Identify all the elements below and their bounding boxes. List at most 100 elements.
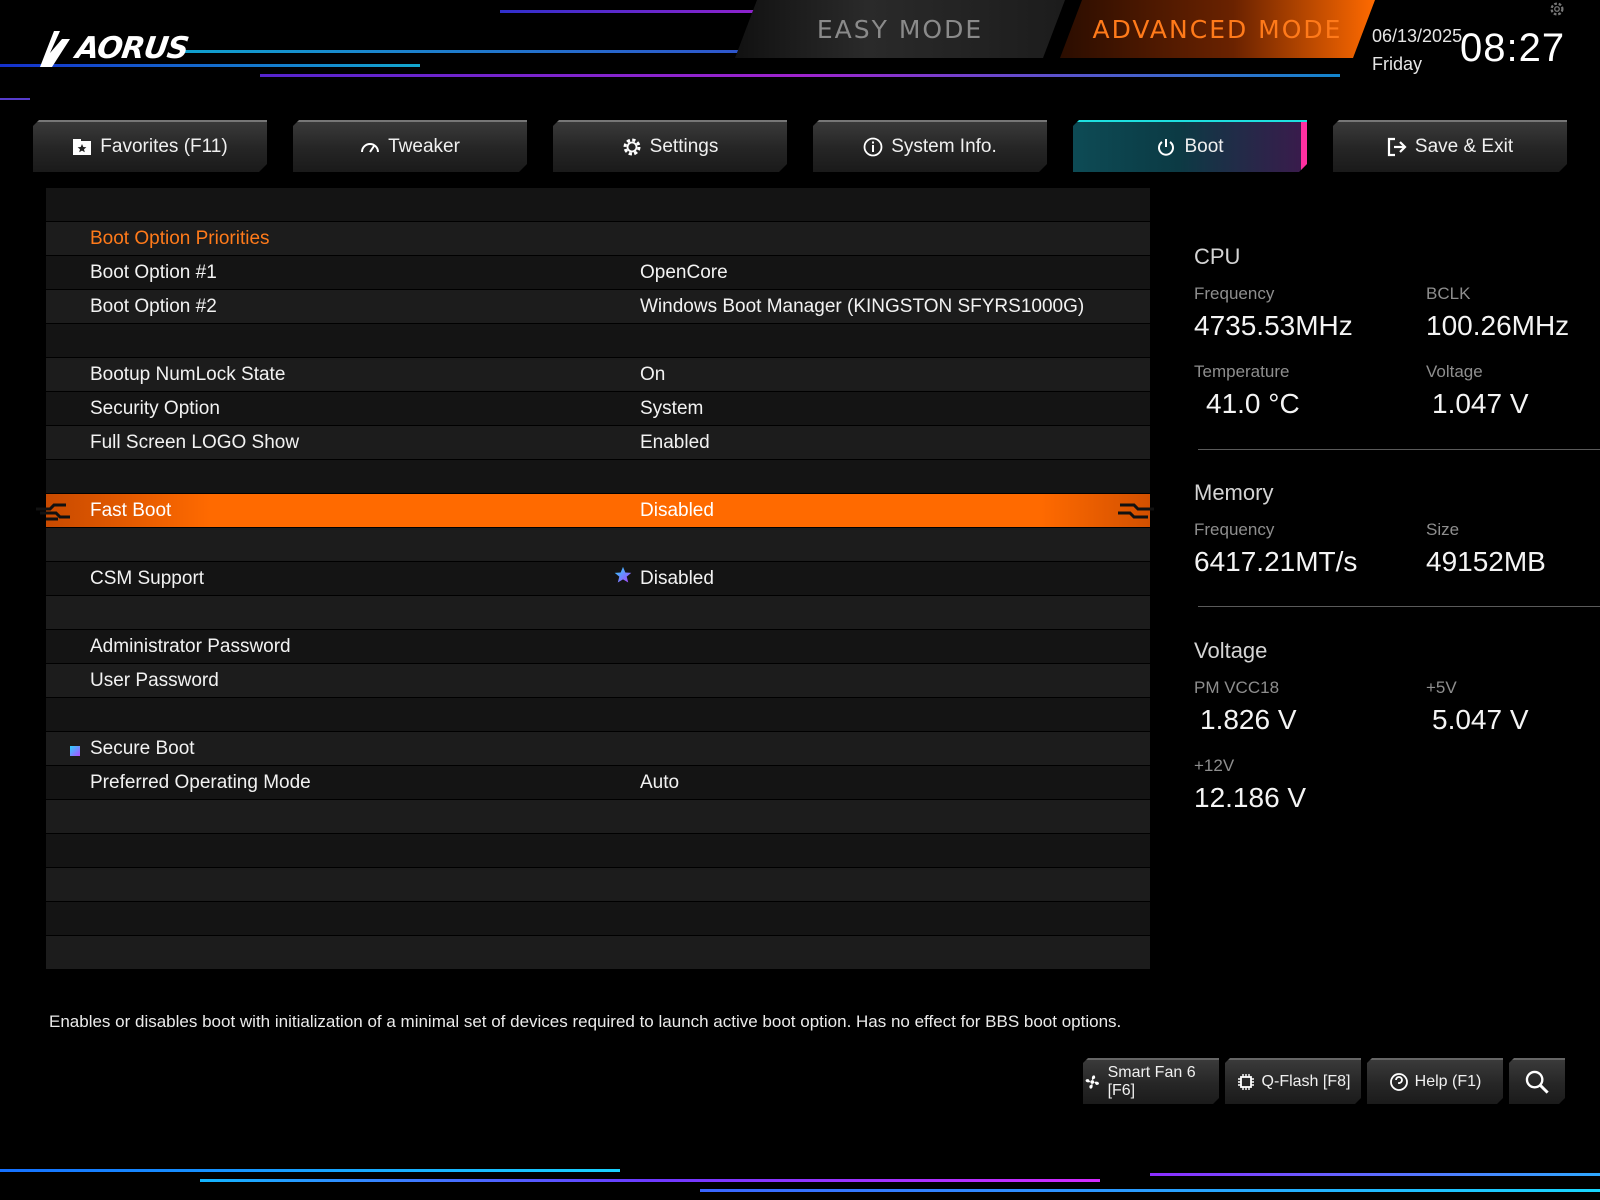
- setting-label: Boot Option #1: [90, 261, 217, 283]
- spacer-row: [46, 868, 1150, 901]
- setting-full-screen-logo[interactable]: Full Screen LOGO Show Enabled: [46, 426, 1150, 459]
- advanced-mode-tab[interactable]: ADVANCED MODE: [1060, 0, 1375, 58]
- spacer-row: [46, 324, 1150, 357]
- plus12v-label: +12V: [1194, 756, 1235, 775]
- bclk-value: 100.26MHz: [1426, 310, 1570, 341]
- setting-label: Bootup NumLock State: [90, 363, 286, 385]
- setting-label: Secure Boot: [90, 737, 195, 759]
- selection-stripe-icon: [36, 503, 70, 521]
- cpu-voltage-value: 1.047 V: [1432, 388, 1529, 419]
- section-divider: [1198, 606, 1600, 607]
- exit-icon: [1387, 137, 1407, 157]
- help-description: Enables or disables boot with initializa…: [49, 1012, 1122, 1031]
- setting-value[interactable]: Disabled: [640, 500, 714, 522]
- setting-value[interactable]: Disabled: [640, 568, 714, 590]
- header-stripe: [260, 74, 1340, 77]
- smart-fan-button[interactable]: Smart Fan 6 [F6]: [1083, 1058, 1219, 1104]
- chip-icon: [1236, 1072, 1256, 1092]
- day-text: Friday: [1372, 54, 1423, 74]
- setting-label: Administrator Password: [90, 635, 291, 657]
- setting-label: User Password: [90, 669, 219, 691]
- submenu-bullet-icon: [70, 746, 80, 756]
- bclk-label: BCLK: [1426, 284, 1471, 303]
- section-boot-option-priorities: Boot Option Priorities: [46, 222, 1150, 255]
- tab-favorites[interactable]: Favorites (F11): [33, 120, 267, 172]
- setting-label: Full Screen LOGO Show: [90, 431, 300, 453]
- tab-save-exit[interactable]: Save & Exit: [1333, 120, 1567, 172]
- setting-preferred-operating-mode[interactable]: Preferred Operating Mode Auto: [46, 766, 1150, 799]
- setting-boot-option-2[interactable]: Boot Option #2 Windows Boot Manager (KIN…: [46, 290, 1150, 323]
- gear-icon: [622, 137, 642, 157]
- memory-size-label: Size: [1426, 520, 1460, 539]
- star-folder-icon: [72, 137, 92, 157]
- brand-name: AORUS: [73, 30, 191, 66]
- memory-heading: Memory: [1194, 480, 1274, 505]
- setting-boot-option-1[interactable]: Boot Option #1 OpenCore: [46, 256, 1150, 289]
- tab-settings[interactable]: Settings: [553, 120, 787, 172]
- cpu-frequency-label: Frequency: [1194, 284, 1275, 303]
- plus12v-value: 12.186 V: [1194, 782, 1307, 813]
- help-button[interactable]: Help (F1): [1367, 1058, 1503, 1104]
- easy-mode-tab[interactable]: EASY MODE: [735, 0, 1065, 58]
- setting-value[interactable]: OpenCore: [640, 262, 728, 284]
- tab-label: System Info.: [891, 136, 997, 157]
- spacer-row: [46, 460, 1150, 493]
- decor-stripe: [200, 1179, 1100, 1182]
- date-text: 06/13/2025: [1372, 26, 1463, 46]
- help-label: Help (F1): [1414, 1073, 1482, 1090]
- spacer-row: [46, 800, 1150, 833]
- tab-label: Tweaker: [388, 136, 460, 157]
- spacer-row: [46, 902, 1150, 935]
- setting-user-password[interactable]: User Password: [46, 664, 1150, 697]
- tab-label: Favorites (F11): [100, 136, 228, 157]
- voltage-heading: Voltage: [1194, 638, 1268, 663]
- date-display: 06/13/2025 Friday: [1372, 22, 1462, 78]
- aorus-logo: AORUS: [36, 26, 191, 70]
- gear-icon[interactable]: [1548, 0, 1566, 18]
- info-icon: [863, 137, 883, 157]
- search-button[interactable]: [1509, 1058, 1565, 1104]
- qflash-label: Q-Flash [F8]: [1261, 1073, 1351, 1090]
- setting-security-option[interactable]: Security Option System: [46, 392, 1150, 425]
- setting-value[interactable]: On: [640, 364, 665, 386]
- main-tab-bar: Favorites (F11) Tweaker Settings System …: [0, 120, 1600, 172]
- setting-label: Preferred Operating Mode: [90, 771, 311, 793]
- setting-csm-support[interactable]: CSM Support Disabled: [46, 562, 1150, 595]
- clock: 08:27: [1460, 26, 1566, 70]
- memory-frequency-value: 6417.21MT/s: [1194, 546, 1358, 577]
- spacer-row: [46, 936, 1150, 969]
- setting-value[interactable]: Auto: [640, 772, 679, 794]
- header-bar: AORUS EASY MODE ADVANCED MODE 06/13/2025…: [0, 0, 1600, 100]
- tab-boot[interactable]: Boot: [1073, 120, 1307, 172]
- section-label: Boot Option Priorities: [90, 227, 270, 249]
- setting-label: Boot Option #2: [90, 295, 217, 317]
- speedometer-icon: [360, 137, 380, 157]
- spacer-row: [46, 528, 1150, 561]
- cpu-temperature-label: Temperature: [1194, 362, 1290, 381]
- search-icon: [1524, 1069, 1550, 1095]
- setting-value[interactable]: Windows Boot Manager (KINGSTON SFYRS1000…: [640, 296, 1084, 318]
- header-stripe: [500, 10, 760, 13]
- setting-label: CSM Support: [90, 567, 205, 589]
- spacer-row: [46, 596, 1150, 629]
- setting-bootup-numlock[interactable]: Bootup NumLock State On: [46, 358, 1150, 391]
- submenu-secure-boot[interactable]: Secure Boot: [46, 732, 1150, 765]
- plus5v-value: 5.047 V: [1432, 704, 1529, 735]
- cpu-temperature-value: 41.0 °C: [1206, 388, 1300, 419]
- setting-value[interactable]: System: [640, 398, 703, 420]
- aorus-eagle-icon: [40, 31, 70, 67]
- smart-fan-label: Smart Fan 6 [F6]: [1107, 1064, 1196, 1099]
- setting-value[interactable]: Enabled: [640, 432, 710, 454]
- spacer-row: [46, 698, 1150, 731]
- favorite-star-icon[interactable]: [614, 566, 632, 584]
- bottom-decor-stripes: [0, 1155, 1600, 1200]
- tab-tweaker[interactable]: Tweaker: [293, 120, 527, 172]
- qflash-button[interactable]: Q-Flash [F8]: [1225, 1058, 1361, 1104]
- setting-administrator-password[interactable]: Administrator Password: [46, 630, 1150, 663]
- decor-stripe: [0, 1169, 620, 1172]
- setting-label: Security Option: [90, 397, 220, 419]
- tab-label: Boot: [1184, 136, 1224, 157]
- cpu-voltage-label: Voltage: [1426, 362, 1483, 381]
- setting-fast-boot[interactable]: Fast Boot Disabled: [36, 494, 1154, 527]
- tab-system-info[interactable]: System Info.: [813, 120, 1047, 172]
